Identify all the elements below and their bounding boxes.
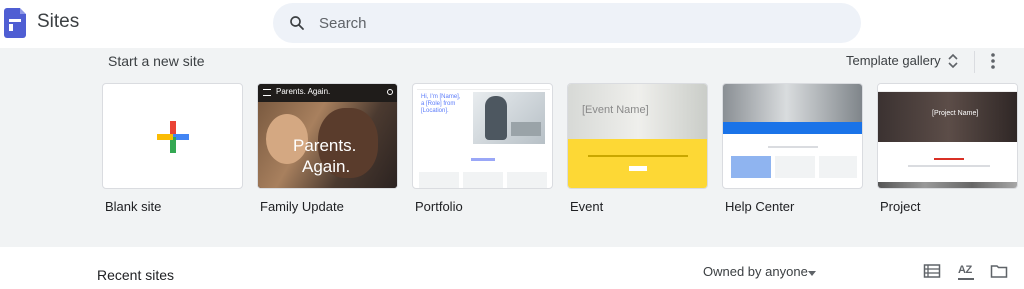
thumbnail-nav [878, 84, 1017, 92]
thumbnail-tile [775, 156, 815, 178]
search-bar[interactable]: Search [273, 3, 861, 43]
template-card-event[interactable]: [Event Name] [567, 83, 708, 189]
recent-sites-title: Recent sites [97, 267, 175, 283]
search-input[interactable]: Search [319, 15, 367, 32]
thumbnail-intro-text-2: a [Role] from [421, 101, 456, 107]
portrait-photo [473, 92, 545, 144]
thumbnail-header-text: Parents. Again. [276, 87, 331, 96]
thumbnail-tile [819, 156, 857, 178]
thumbnail-line [768, 146, 818, 148]
thumbnail-button [629, 166, 647, 171]
thumbnail-intro-text-1: Hi, I'm [Name], [421, 94, 461, 100]
plus-icon [157, 121, 189, 153]
recent-sites-section: Recent sites Owned by anyone AZ [0, 247, 1024, 289]
thumbnail-link [471, 158, 495, 161]
thumbnail-heading [934, 158, 964, 160]
thumbnail-hero-text: [Event Name] [582, 104, 649, 116]
laptop-shape [511, 122, 541, 136]
sort-az-icon[interactable]: AZ [957, 263, 977, 281]
template-card-project[interactable]: [Project Name] [877, 83, 1018, 189]
sites-logo-icon[interactable] [4, 8, 26, 38]
template-label[interactable]: Family Update [260, 199, 344, 214]
thumbnail-hero-text: [Project Name] [932, 110, 979, 117]
app-title[interactable]: Sites [37, 11, 79, 33]
expand-collapse-icon[interactable] [947, 53, 959, 69]
template-card-family-update[interactable]: Parents. Again. Parents. Again. [257, 83, 398, 189]
template-card-blank-site[interactable] [102, 83, 243, 189]
thumbnail-tile [507, 172, 547, 188]
thumbnail-strip [878, 182, 1017, 188]
template-label[interactable]: Event [570, 199, 603, 214]
sort-label: AZ [958, 264, 972, 276]
help-tile-highlight [731, 156, 771, 178]
more-options-icon[interactable] [988, 52, 998, 70]
template-label[interactable]: Help Center [725, 199, 794, 214]
thumbnail-hero-text-2: Again. [302, 157, 351, 176]
template-gallery-button[interactable]: Template gallery [846, 53, 941, 68]
thumbnail-hero-text-1: Parents. [293, 136, 357, 155]
thumbnail-tile [419, 172, 459, 188]
folder-icon[interactable] [990, 262, 1008, 280]
thumbnail-line [588, 155, 688, 157]
top-bar: Sites Search [0, 0, 1024, 48]
template-label[interactable]: Project [880, 199, 920, 214]
template-card-help-center[interactable] [722, 83, 863, 189]
divider [974, 51, 975, 73]
help-photo [723, 84, 862, 122]
owner-filter-dropdown[interactable]: Owned by anyone [703, 264, 808, 279]
project-photo [878, 92, 1017, 142]
thumbnail-tile [463, 172, 503, 188]
thumbnail-intro-text-3: [Location]. [421, 108, 449, 114]
menu-icon [263, 89, 271, 96]
event-banner [568, 139, 707, 188]
thumbnail-line [908, 165, 990, 167]
sort-underline [958, 278, 974, 280]
thumbnail-nav [417, 87, 550, 90]
new-site-section: Start a new site Template gallery Blank … [0, 48, 1024, 247]
template-label[interactable]: Blank site [105, 199, 161, 214]
thumbnail-header: Parents. Again. [258, 84, 397, 102]
list-view-icon[interactable] [923, 262, 941, 280]
template-card-portfolio[interactable]: Hi, I'm [Name], a [Role] from [Location]… [412, 83, 553, 189]
dropdown-caret-icon[interactable] [808, 271, 816, 276]
help-banner [723, 122, 862, 134]
person-figure [485, 96, 507, 140]
section-title: Start a new site [108, 53, 205, 69]
search-icon[interactable] [288, 14, 306, 32]
thumbnail-search-icon [387, 89, 393, 95]
template-label[interactable]: Portfolio [415, 199, 463, 214]
